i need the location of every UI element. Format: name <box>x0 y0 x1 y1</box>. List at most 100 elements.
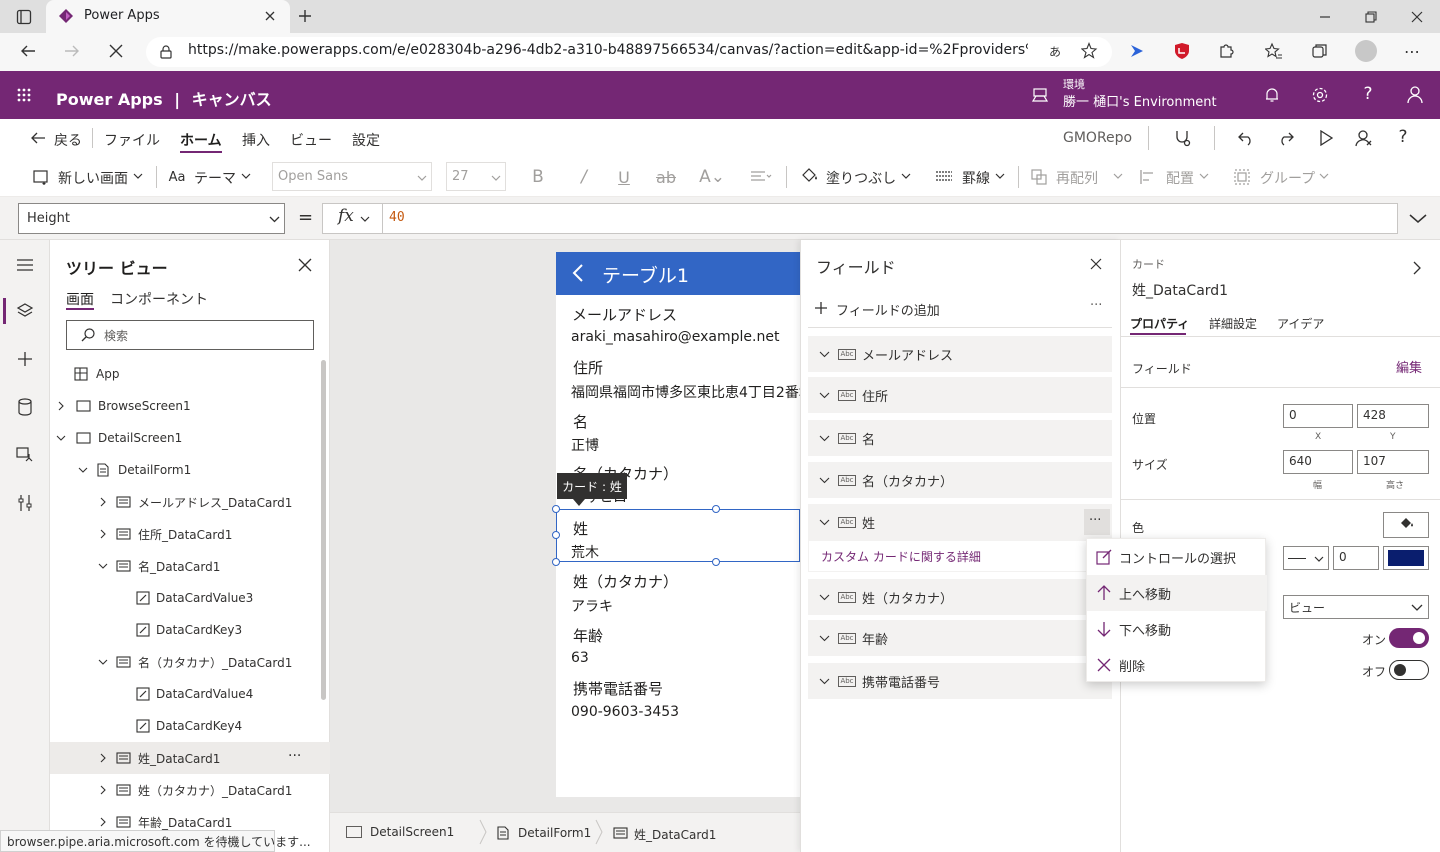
visible-toggle[interactable] <box>1389 628 1429 648</box>
field-value[interactable]: 63 <box>571 650 589 666</box>
chevron-down-icon[interactable] <box>818 678 830 685</box>
align-button[interactable]: 配置 <box>1166 168 1194 188</box>
chevron-down-icon[interactable] <box>818 477 830 484</box>
new-screen-icon[interactable] <box>32 168 50 186</box>
chevron-down-icon[interactable] <box>818 435 830 442</box>
extension-arrow-icon[interactable] <box>1128 41 1148 61</box>
field-value[interactable]: araki_masahiro@example.net <box>571 329 779 345</box>
new-tab-icon[interactable] <box>296 7 314 25</box>
tree-item-control[interactable]: DataCardKey4 <box>50 710 330 742</box>
menu-select-control[interactable]: コントロールの選択 <box>1087 539 1267 575</box>
add-favorite-icon[interactable] <box>1080 41 1100 61</box>
menu-delete[interactable]: 削除 <box>1087 647 1267 683</box>
restore-icon[interactable] <box>1362 8 1380 26</box>
add-plus-icon[interactable] <box>813 300 829 316</box>
resize-handle[interactable] <box>712 558 720 566</box>
preview-play-icon[interactable] <box>1316 128 1336 148</box>
reorder-button[interactable]: 再配列 <box>1056 168 1098 188</box>
url-text[interactable]: https://make.powerapps.com/e/e028304b-a2… <box>188 42 1028 58</box>
tree-item-card-selected[interactable]: 姓_DataCard1 ··· <box>50 742 330 774</box>
collections-icon[interactable] <box>1310 41 1330 61</box>
new-screen-button[interactable]: 新しい画面 <box>58 168 128 188</box>
fill-bucket-icon[interactable] <box>800 167 818 185</box>
display-mode-select[interactable]: ビュー <box>1283 595 1429 619</box>
chevron-right-icon[interactable] <box>98 785 108 795</box>
tree-item-card[interactable]: 名（カタカナ）_DataCard1 <box>50 646 330 678</box>
menu-move-up[interactable]: 上へ移動 <box>1087 575 1267 611</box>
border-button[interactable]: 罫線 <box>962 168 990 188</box>
account-icon[interactable] <box>1405 85 1425 105</box>
chevron-down-icon[interactable] <box>818 594 830 601</box>
field-value[interactable]: 正博 <box>571 435 599 455</box>
tree-item-control[interactable]: DataCardValue4 <box>50 678 330 710</box>
tab-advanced[interactable]: 詳細設定 <box>1209 315 1257 332</box>
chevron-down-icon[interactable] <box>359 213 371 225</box>
field-value[interactable]: 090-9603-3453 <box>571 704 679 720</box>
forward-icon[interactable] <box>62 41 82 61</box>
app-launcher-icon[interactable] <box>14 85 34 105</box>
field-row-lastname-expanded[interactable]: Abc 姓 <box>808 504 1112 540</box>
fill-button[interactable]: 塗りつぶし <box>826 168 896 188</box>
breadcrumb-screen[interactable]: DetailScreen1 <box>370 825 470 839</box>
resize-handle[interactable] <box>712 505 720 513</box>
field-row-lastname-kana[interactable]: Abc 姓（カタカナ） <box>808 579 1112 615</box>
menu-view[interactable]: ビュー <box>290 130 332 150</box>
field-row-firstname[interactable]: Abc 名 <box>808 420 1112 456</box>
stop-loading-icon[interactable] <box>106 41 126 61</box>
settings-gear-icon[interactable] <box>1310 85 1330 105</box>
chevron-down-icon[interactable] <box>900 170 912 182</box>
back-arrow-icon[interactable] <box>30 130 46 146</box>
field-row-firstname-kana[interactable]: Abc 名（カタカナ） <box>808 462 1112 498</box>
chevron-right-icon[interactable] <box>98 753 108 763</box>
custom-card-link[interactable]: カスタム カードに関する詳細 <box>821 548 981 565</box>
chevron-down-icon[interactable] <box>98 657 108 667</box>
height-input[interactable]: 107 <box>1357 450 1429 474</box>
resize-handle[interactable] <box>552 531 560 539</box>
text-align-icon[interactable] <box>748 168 774 186</box>
tree-item-detailform[interactable]: DetailForm1 <box>50 454 330 486</box>
strikethrough-icon[interactable]: ab <box>656 166 676 188</box>
back-icon[interactable] <box>18 41 38 61</box>
field-row-age[interactable]: Abc 年齢 <box>808 620 1112 656</box>
formula-input[interactable] <box>322 203 1398 234</box>
tree-item-card[interactable]: 姓（カタカナ）_DataCard1 <box>50 774 330 806</box>
add-field-button[interactable]: フィールドの追加 <box>836 300 940 319</box>
fx-icon[interactable]: fx <box>338 206 354 226</box>
profile-avatar[interactable] <box>1355 40 1377 62</box>
chevron-down-icon[interactable] <box>78 465 88 475</box>
advanced-tools-icon[interactable] <box>14 493 36 513</box>
chevron-down-icon[interactable] <box>818 392 830 399</box>
share-user-icon[interactable] <box>1354 128 1374 148</box>
close-window-icon[interactable] <box>1408 8 1426 26</box>
tab-ideas[interactable]: アイデア <box>1277 315 1324 332</box>
minimize-icon[interactable] <box>1316 8 1334 26</box>
menu-insert[interactable]: 挿入 <box>242 130 270 150</box>
resize-handle[interactable] <box>552 558 560 566</box>
browser-tab[interactable] <box>46 0 290 33</box>
selected-card-outline[interactable] <box>556 509 800 562</box>
read-aloud-icon[interactable]: あ <box>1044 42 1066 60</box>
chevron-right-icon[interactable] <box>98 497 108 507</box>
back-chevron-icon[interactable] <box>568 261 588 285</box>
lock-icon[interactable] <box>158 43 174 61</box>
fields-more-icon[interactable]: ··· <box>1090 298 1102 313</box>
chevron-down-icon[interactable] <box>268 213 280 225</box>
data-cylinder-icon[interactable] <box>14 397 36 417</box>
field-value[interactable]: アラキ <box>571 596 613 616</box>
tree-item-card[interactable]: メールアドレス_DataCard1 <box>50 486 330 518</box>
field-row-email[interactable]: Abc メールアドレス <box>808 336 1112 372</box>
help-icon[interactable]: ? <box>1358 84 1378 104</box>
tree-item-browsescreen[interactable]: BrowseScreen1 <box>50 390 330 422</box>
expand-formula-icon[interactable] <box>1408 210 1428 228</box>
group-button[interactable]: グループ <box>1260 168 1315 188</box>
tab-actions-icon[interactable] <box>14 7 34 27</box>
control-name[interactable]: 姓_DataCard1 <box>1132 280 1228 300</box>
environment-icon[interactable] <box>1030 85 1050 105</box>
tree-item-app[interactable]: App <box>50 358 330 390</box>
tree-item-card[interactable]: 名_DataCard1 <box>50 550 330 582</box>
align-icon[interactable] <box>1138 168 1156 186</box>
tree-view-layers-icon[interactable] <box>14 301 36 321</box>
redo-icon[interactable] <box>1276 128 1296 148</box>
width-input[interactable]: 640 <box>1283 450 1353 474</box>
notification-bell-icon[interactable] <box>1262 85 1282 105</box>
